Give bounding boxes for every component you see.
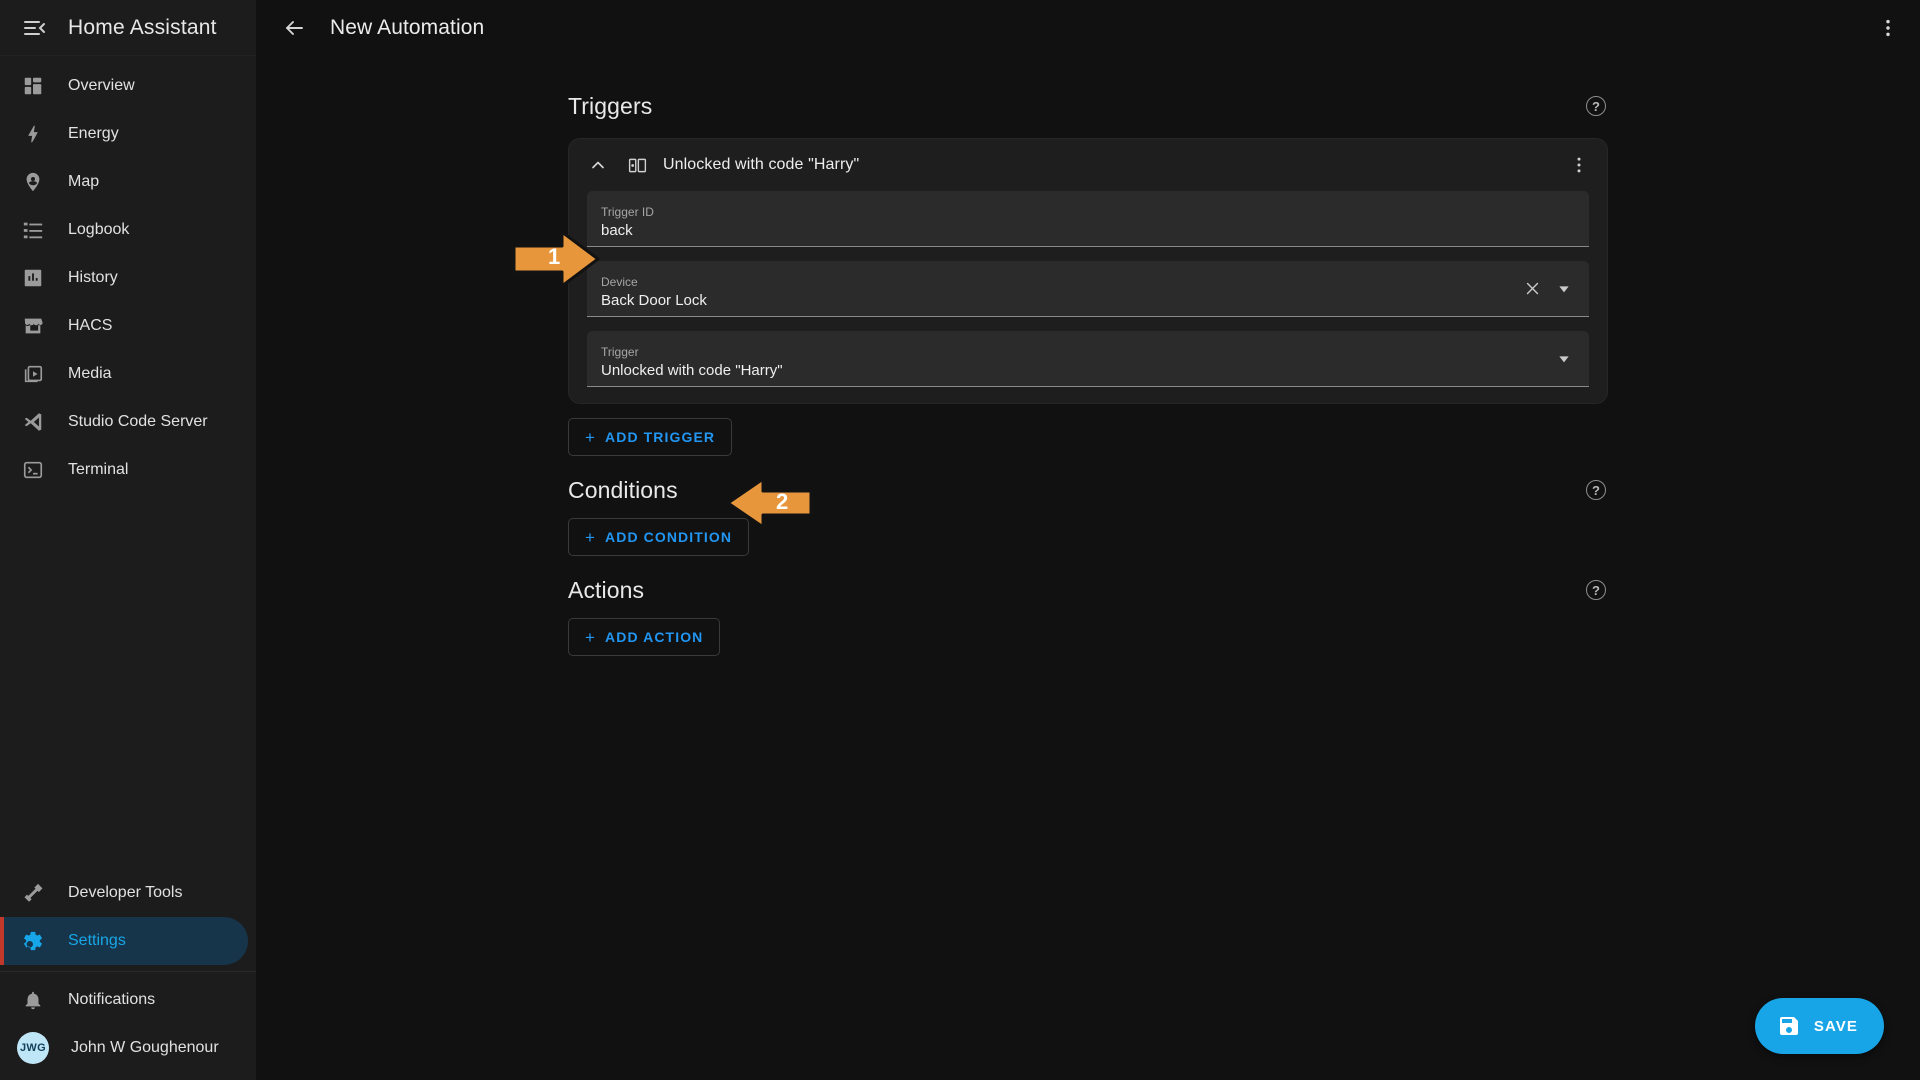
trigger-id-field[interactable]: Trigger ID back	[587, 191, 1589, 247]
sidebar-item-terminal[interactable]: Terminal	[0, 446, 248, 494]
save-button[interactable]: SAVE	[1754, 998, 1884, 1054]
top-app-bar: New Automation	[256, 0, 1920, 56]
format-list-icon	[20, 217, 46, 243]
triggers-section-header: Triggers ?	[568, 84, 1608, 128]
app-root: Home Assistant Overview Energy Map Logbo…	[0, 0, 1920, 1080]
sidebar-item-map[interactable]: Map	[0, 158, 248, 206]
chart-box-icon	[20, 265, 46, 291]
sidebar-item-label: Studio Code Server	[68, 413, 208, 430]
sidebar-item-studio-code-server[interactable]: Studio Code Server	[0, 398, 248, 446]
sidebar-item-label: Developer Tools	[68, 884, 183, 901]
store-icon	[20, 313, 46, 339]
add-trigger-label: ADD TRIGGER	[605, 429, 716, 445]
content-scroll[interactable]: Triggers ? Unlocked with code "Harry" Tr…	[256, 56, 1920, 1080]
menu-collapse-icon[interactable]	[14, 8, 54, 48]
add-condition-label: ADD CONDITION	[605, 529, 733, 545]
trigger-card: Unlocked with code "Harry" Trigger ID ba…	[568, 138, 1608, 404]
device-field[interactable]: Device Back Door Lock	[587, 261, 1589, 317]
clear-icon[interactable]	[1517, 274, 1547, 304]
sidebar-nav-list: Overview Energy Map Logbook History HACS…	[0, 56, 256, 869]
trigger-type-value: Unlocked with code "Harry"	[601, 362, 783, 380]
sidebar-item-label: HACS	[68, 317, 113, 334]
sidebar-header: Home Assistant	[0, 0, 256, 56]
trigger-card-body: Trigger ID back Device Back Door Lock Tr…	[569, 191, 1607, 387]
sidebar-bottom: Developer Tools Settings Notifications J…	[0, 869, 256, 1080]
trigger-type-field[interactable]: Trigger Unlocked with code "Harry"	[587, 331, 1589, 387]
add-trigger-button[interactable]: + ADD TRIGGER	[568, 418, 733, 456]
avatar: JWG	[17, 1032, 49, 1064]
editor-column: Triggers ? Unlocked with code "Harry" Tr…	[512, 56, 1608, 656]
actions-title: Actions	[568, 576, 645, 603]
device-value: Back Door Lock	[601, 292, 707, 310]
sidebar-item-settings[interactable]: Settings	[0, 917, 248, 965]
conditions-title: Conditions	[568, 476, 678, 503]
chevron-up-icon[interactable]	[585, 152, 611, 178]
vscode-icon	[20, 409, 46, 435]
plus-icon: +	[585, 427, 597, 447]
triggers-help-icon[interactable]: ?	[1586, 96, 1606, 116]
chevron-down-icon[interactable]	[1549, 344, 1579, 374]
play-box-multiple-icon	[20, 361, 46, 387]
page-title: New Automation	[330, 16, 485, 39]
sidebar-item-hacs[interactable]: HACS	[0, 302, 248, 350]
dots-vertical-icon[interactable]	[1868, 8, 1908, 48]
console-icon	[20, 457, 46, 483]
sidebar-item-label: Logbook	[68, 221, 130, 238]
sidebar-item-label: Terminal	[68, 461, 129, 478]
sidebar-item-notifications[interactable]: Notifications	[0, 976, 248, 1024]
sidebar-item-logbook[interactable]: Logbook	[0, 206, 248, 254]
bell-icon	[20, 987, 46, 1013]
add-action-label: ADD ACTION	[605, 629, 704, 645]
device-trigger-icon	[625, 153, 649, 177]
sidebar-item-label: Overview	[68, 77, 135, 94]
sidebar-item-label: Map	[68, 173, 100, 190]
sidebar-divider	[0, 971, 256, 972]
sidebar-item-label: John W Goughenour	[71, 1039, 219, 1056]
trigger-card-overflow-icon[interactable]	[1561, 147, 1597, 183]
trigger-card-header[interactable]: Unlocked with code "Harry"	[569, 139, 1607, 191]
device-label: Device	[601, 274, 638, 289]
lightning-bolt-icon	[20, 121, 46, 147]
sidebar-item-media[interactable]: Media	[0, 350, 248, 398]
add-action-button[interactable]: + ADD ACTION	[568, 618, 721, 656]
annotation-number-1: 1	[548, 244, 561, 269]
plus-icon: +	[585, 527, 597, 547]
conditions-help-icon[interactable]: ?	[1586, 480, 1606, 500]
trigger-id-label: Trigger ID	[601, 204, 654, 219]
cog-icon	[20, 928, 46, 954]
trigger-type-label: Trigger	[601, 344, 639, 359]
sidebar-item-label: Settings	[68, 932, 126, 949]
save-label: SAVE	[1813, 1017, 1858, 1035]
sidebar: Home Assistant Overview Energy Map Logbo…	[0, 0, 256, 1080]
chevron-down-icon[interactable]	[1549, 274, 1579, 304]
device-field-actions	[1517, 261, 1579, 316]
view-dashboard-icon	[20, 73, 46, 99]
sidebar-item-developer-tools[interactable]: Developer Tools	[0, 869, 248, 917]
sidebar-item-label: History	[68, 269, 118, 286]
actions-help-icon[interactable]: ?	[1586, 580, 1606, 600]
content-save-icon	[1777, 1014, 1801, 1038]
trigger-card-title: Unlocked with code "Harry"	[663, 156, 860, 173]
sidebar-item-user-profile[interactable]: JWG John W Goughenour	[0, 1024, 248, 1072]
sidebar-item-label: Notifications	[68, 991, 156, 1008]
sidebar-item-label: Media	[68, 365, 112, 382]
conditions-section-header: Conditions ?	[568, 468, 1608, 512]
sidebar-item-energy[interactable]: Energy	[0, 110, 248, 158]
add-condition-button[interactable]: + ADD CONDITION	[568, 518, 750, 556]
sidebar-item-history[interactable]: History	[0, 254, 248, 302]
trigger-id-value: back	[601, 222, 633, 240]
back-button[interactable]	[274, 8, 314, 48]
main-area: New Automation Triggers ? Unlocked with …	[256, 0, 1920, 1080]
hammer-icon	[20, 880, 46, 906]
sidebar-title: Home Assistant	[68, 15, 217, 39]
sidebar-item-label: Energy	[68, 125, 119, 142]
trigger-type-field-actions	[1549, 331, 1579, 386]
map-marker-account-icon	[20, 169, 46, 195]
plus-icon: +	[585, 627, 597, 647]
triggers-title: Triggers	[568, 92, 653, 119]
sidebar-item-overview[interactable]: Overview	[0, 62, 248, 110]
actions-section-header: Actions ?	[568, 568, 1608, 612]
